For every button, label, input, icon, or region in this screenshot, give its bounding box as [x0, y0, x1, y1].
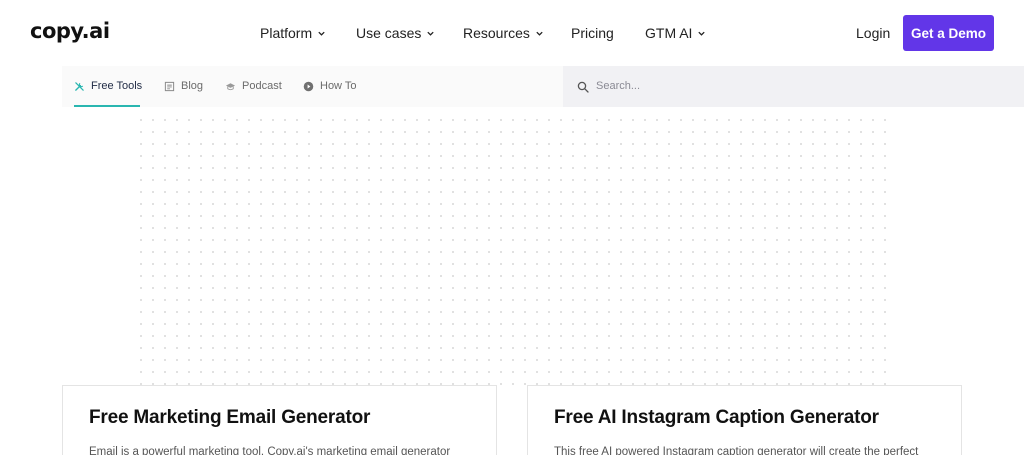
- tools-icon: [75, 81, 84, 91]
- nav-use-cases[interactable]: Use cases: [356, 25, 435, 41]
- login-link[interactable]: Login: [856, 25, 890, 41]
- nav-pricing-label: Pricing: [571, 25, 614, 41]
- sub-navigation: Free Tools Blog Podcast How To: [62, 66, 563, 107]
- nav-use-cases-label: Use cases: [356, 25, 422, 41]
- logo[interactable]: copy.ai: [30, 19, 110, 43]
- card-title: Free Marketing Email Generator: [89, 407, 371, 428]
- tab-blog-label: Blog: [181, 80, 204, 92]
- search-placeholder: Search...: [596, 80, 641, 92]
- get-a-demo-button[interactable]: Get a Demo: [903, 15, 994, 51]
- tool-card-marketing-email[interactable]: Free Marketing Email Generator Email is …: [62, 385, 497, 455]
- nav-gtm-ai-label: GTM AI: [645, 25, 693, 41]
- tab-free-tools[interactable]: Free Tools: [74, 80, 142, 92]
- nav-resources-label: Resources: [463, 25, 530, 41]
- blog-icon: [164, 81, 175, 91]
- tab-podcast-label: Podcast: [242, 80, 282, 92]
- tab-free-tools-label: Free Tools: [91, 80, 143, 92]
- nav-platform[interactable]: Platform: [260, 25, 326, 41]
- tab-blog[interactable]: Blog: [164, 80, 203, 92]
- nav-gtm-ai[interactable]: GTM AI: [645, 25, 706, 41]
- nav-resources[interactable]: Resources: [463, 25, 544, 41]
- tool-card-instagram-caption[interactable]: Free AI Instagram Caption Generator This…: [527, 385, 962, 455]
- card-title: Free AI Instagram Caption Generator: [554, 407, 879, 428]
- dotted-background: [135, 114, 890, 385]
- card-description: This free AI powered Instagram caption g…: [554, 446, 919, 455]
- podcast-icon: [225, 82, 236, 90]
- top-navigation: copy.ai Platform Use cases Resources Pri…: [0, 0, 1024, 66]
- active-tab-indicator: [74, 105, 140, 107]
- chevron-down-icon: [536, 31, 543, 36]
- nav-pricing[interactable]: Pricing: [571, 25, 614, 41]
- tab-how-to[interactable]: How To: [303, 80, 356, 92]
- tab-how-to-label: How To: [320, 80, 357, 92]
- card-description: Email is a powerful marketing tool. Copy…: [89, 446, 451, 455]
- chevron-down-icon: [427, 31, 435, 36]
- search-input[interactable]: Search...: [563, 66, 1024, 107]
- search-icon: [577, 81, 589, 93]
- play-icon: [303, 81, 314, 91]
- tab-podcast[interactable]: Podcast: [225, 80, 282, 92]
- chevron-down-icon: [698, 31, 706, 36]
- nav-platform-label: Platform: [260, 25, 313, 41]
- chevron-down-icon: [318, 31, 325, 36]
